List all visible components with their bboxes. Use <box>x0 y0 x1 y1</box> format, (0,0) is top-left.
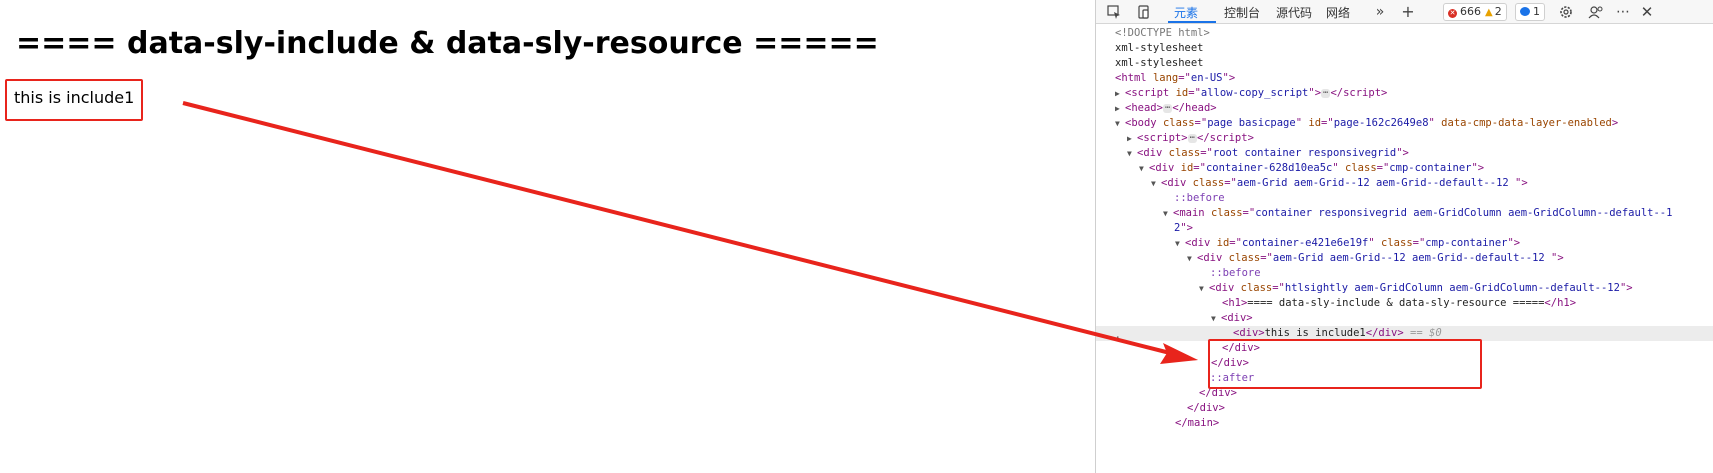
dom-node-head[interactable]: ▶ <head> ⋯ </head> <box>1096 101 1713 116</box>
tab-sources[interactable]: 源代码 <box>1276 4 1312 21</box>
dom-node-div-include[interactable]: ▼ <div> <box>1096 311 1713 326</box>
annotation-box-devtools <box>1208 339 1482 389</box>
expand-triangle-icon[interactable]: ▶ <box>1115 101 1125 116</box>
dom-node-body[interactable]: ▼ <body class="page basicpage" id="page-1… <box>1096 116 1713 131</box>
collapsed-content-icon[interactable]: ⋯ <box>1162 104 1173 113</box>
expand-triangle-icon[interactable]: ▶ <box>1127 131 1137 146</box>
tab-console[interactable]: 控制台 <box>1224 4 1260 21</box>
errors-count: 666 <box>1460 5 1481 18</box>
selected-node-menu-icon[interactable]: ... <box>1102 329 1121 341</box>
dom-node-div-grid[interactable]: ▼ <div class="aem-Grid aem-Grid--12 aem-G… <box>1096 251 1713 266</box>
message-icon <box>1520 7 1530 16</box>
collapse-triangle-icon[interactable]: ▼ <box>1151 176 1161 191</box>
collapse-triangle-icon[interactable]: ▼ <box>1175 236 1185 251</box>
devtools-panel: 元素 控制台 源代码 网络 » + ✕ 666 ▲ 2 1 ⋯ ✕ <!DOCTYPE… <box>1095 0 1713 473</box>
collapse-triangle-icon[interactable]: ▼ <box>1115 116 1125 131</box>
more-tabs-icon[interactable]: » <box>1372 4 1388 20</box>
collapse-triangle-icon[interactable]: ▼ <box>1187 251 1197 266</box>
tab-network[interactable]: 网络 <box>1326 4 1350 21</box>
dom-node-script[interactable]: ▶ <script id="allow-copy_script"> ⋯ </scrip… <box>1096 86 1713 101</box>
collapsed-content-icon[interactable]: ⋯ <box>1187 134 1197 143</box>
device-toggle-icon[interactable] <box>1136 4 1152 20</box>
dom-node-pseudo-before[interactable]: ::before <box>1096 191 1713 206</box>
collapse-triangle-icon[interactable]: ▼ <box>1163 206 1173 221</box>
customize-icon[interactable] <box>1588 4 1604 20</box>
active-tab-indicator <box>1168 21 1216 23</box>
page-viewport: ==== data-sly-include & data-sly-resourc… <box>0 0 1095 473</box>
page-heading: ==== data-sly-include & data-sly-resourc… <box>16 26 879 61</box>
issues-badge[interactable]: ✕ 666 ▲ 2 <box>1443 3 1507 21</box>
messages-count: 1 <box>1533 5 1540 18</box>
collapse-triangle-icon[interactable]: ▼ <box>1199 281 1209 296</box>
dom-node-main-close[interactable]: </main> <box>1096 416 1713 431</box>
settings-icon[interactable] <box>1558 4 1574 20</box>
dom-node-h1[interactable]: <h1>==== data-sly-include & data-sly-res… <box>1096 296 1713 311</box>
collapse-triangle-icon[interactable]: ▼ <box>1127 146 1137 161</box>
add-tab-icon[interactable]: + <box>1400 4 1416 20</box>
dom-node-script[interactable]: ▶ <script> ⋯ </script> <box>1096 131 1713 146</box>
devtools-toolbar: 元素 控制台 源代码 网络 » + ✕ 666 ▲ 2 1 ⋯ ✕ <box>1096 0 1713 24</box>
dom-node-div-grid[interactable]: ▼ <div class="aem-Grid aem-Grid--12 aem-G… <box>1096 176 1713 191</box>
dom-node-div-container[interactable]: ▼ <div id="container-628d10ea5c" class="c… <box>1096 161 1713 176</box>
dom-node-main-wrap: 2"> <box>1174 222 1193 234</box>
dom-node-div-root[interactable]: ▼ <div class="root container responsivegr… <box>1096 146 1713 161</box>
messages-badge[interactable]: 1 <box>1515 3 1545 21</box>
dom-node-div-htlsightly[interactable]: ▼ <div class="htlsightly aem-GridColumn a… <box>1096 281 1713 296</box>
annotation-box-page <box>5 79 143 121</box>
expand-triangle-icon[interactable]: ▶ <box>1115 86 1125 101</box>
dom-node-div-close[interactable]: </div> <box>1096 401 1713 416</box>
warnings-count: 2 <box>1494 5 1502 18</box>
dom-node-pseudo-before[interactable]: ::before <box>1096 266 1713 281</box>
dom-node-xml-stylesheet[interactable]: xml-stylesheet <box>1096 56 1713 71</box>
more-options-icon[interactable]: ⋯ <box>1615 4 1631 20</box>
inspect-icon[interactable] <box>1106 4 1122 20</box>
dom-node-div-container[interactable]: ▼ <div id="container-e421e6e19f" class="c… <box>1096 236 1713 251</box>
dom-node-doctype[interactable]: <!DOCTYPE html> <box>1096 26 1713 41</box>
collapse-triangle-icon[interactable]: ▼ <box>1139 161 1149 176</box>
warning-icon: ▲ <box>1485 7 1493 18</box>
dom-node-xml-stylesheet[interactable]: xml-stylesheet <box>1096 41 1713 56</box>
collapse-triangle-icon[interactable]: ▼ <box>1211 311 1221 326</box>
dom-node-main[interactable]: ▼ <main class="container responsivegrid a… <box>1096 206 1713 221</box>
dom-node-html[interactable]: <html lang="en-US"> <box>1096 71 1713 86</box>
error-icon: ✕ <box>1448 9 1457 18</box>
close-icon[interactable]: ✕ <box>1639 4 1655 20</box>
tab-elements[interactable]: 元素 <box>1174 4 1198 21</box>
